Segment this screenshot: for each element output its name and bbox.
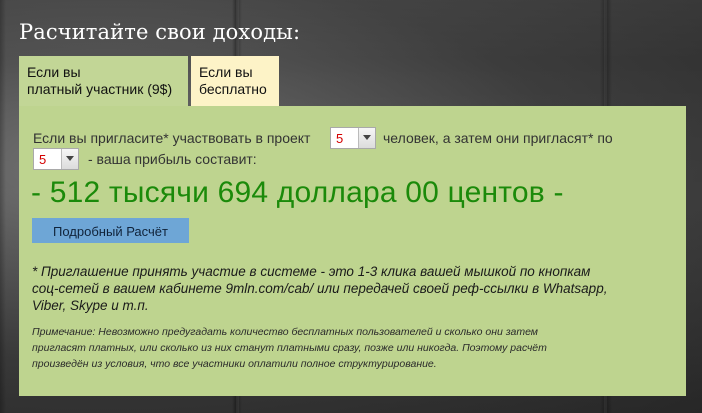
tab-label-line1: Если вы bbox=[199, 64, 253, 80]
invitation-footnote: * Приглашение принять участие в системе … bbox=[32, 263, 672, 314]
sub-invite-count-select[interactable]: 5 bbox=[33, 148, 79, 170]
calculator-row-2: 5 - ваша прибыль составит: bbox=[33, 148, 673, 170]
tab-label-line2: бесплатно bbox=[199, 81, 267, 97]
tab-free-participant[interactable]: Если вы бесплатно bbox=[191, 56, 279, 106]
calculator-text-after-first: человек, а затем они пригласят* по bbox=[383, 130, 613, 146]
tab-label-line1: Если вы bbox=[27, 64, 81, 80]
detailed-calculation-button[interactable]: Подробный Расчёт bbox=[32, 218, 189, 243]
chevron-down-icon bbox=[358, 128, 375, 148]
note-line: произведён из условия, что все участники… bbox=[32, 358, 437, 370]
invite-count-value: 5 bbox=[336, 131, 344, 146]
calculator-row-1: Если вы пригласите* участвовать в проект… bbox=[33, 127, 673, 149]
page-title: Расчитайте свои доходы: bbox=[19, 20, 301, 44]
calculation-note: Примечание: Невозможно предугадать колич… bbox=[32, 324, 672, 372]
calculator-text-before-first: Если вы пригласите* участвовать в проект bbox=[33, 130, 311, 146]
chevron-down-icon bbox=[61, 149, 78, 169]
profit-result: - 512 тысячи 694 доллара 00 центов - bbox=[31, 176, 564, 209]
calculator-text-after-second: - ваша прибыль составит: bbox=[88, 151, 257, 167]
sub-invite-count-value: 5 bbox=[39, 152, 47, 167]
tab-paid-participant[interactable]: Если вы платный участник (9$) bbox=[19, 56, 188, 106]
calculator-panel: Если вы пригласите* участвовать в проект… bbox=[19, 106, 686, 396]
note-line: Примечание: Невозможно предугадать колич… bbox=[32, 326, 539, 338]
footnote-line: Viber, Skype и т.п. bbox=[32, 298, 149, 313]
footnote-line: соц-сетей в вашем кабинете 9mln.com/cab/… bbox=[32, 281, 608, 296]
invite-count-select[interactable]: 5 bbox=[330, 127, 376, 149]
tab-label-line2: платный участник (9$) bbox=[27, 81, 173, 97]
footnote-line: * Приглашение принять участие в системе … bbox=[32, 264, 591, 279]
note-line: пригласят платных, или сколько из них ст… bbox=[32, 342, 547, 354]
